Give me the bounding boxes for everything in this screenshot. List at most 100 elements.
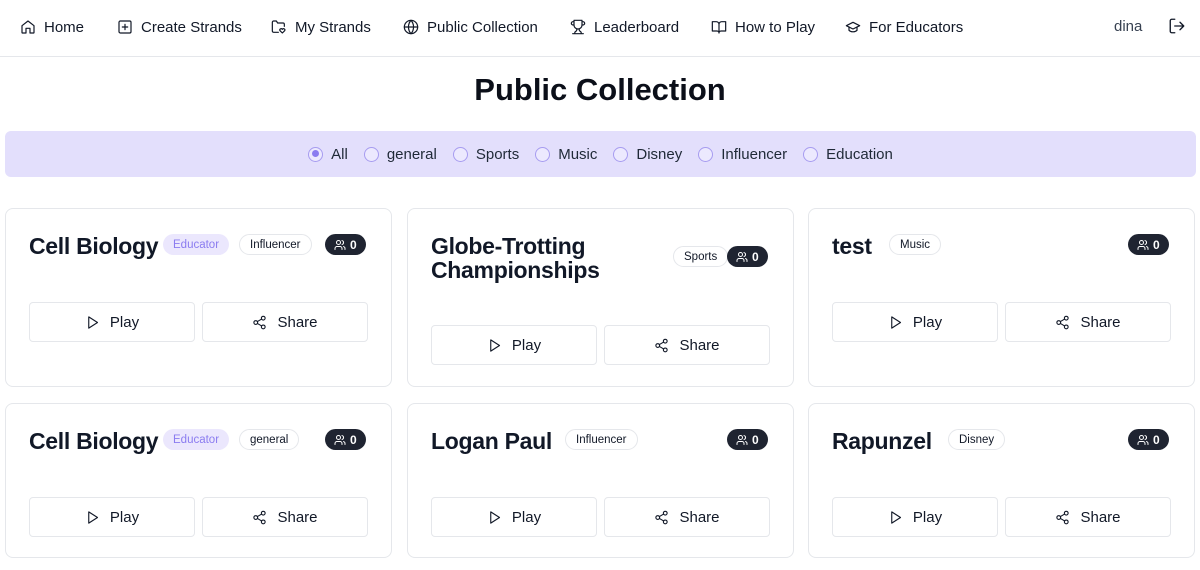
radio-button[interactable] bbox=[698, 146, 714, 162]
share-button[interactable]: Share bbox=[604, 497, 770, 537]
radio-button[interactable] bbox=[535, 146, 551, 162]
trophy-icon bbox=[570, 19, 586, 35]
filter-education[interactable]: Education bbox=[803, 146, 893, 163]
nav-my-strands[interactable]: My Strands bbox=[271, 17, 371, 37]
filter-label: Sports bbox=[475, 145, 520, 163]
play-button[interactable]: Play bbox=[832, 497, 998, 537]
book-open-icon bbox=[711, 21, 727, 34]
players-count-badge: 0 bbox=[727, 429, 768, 450]
logout-button[interactable] bbox=[1168, 17, 1186, 35]
card-title: Cell Biology bbox=[29, 428, 159, 454]
filter-label: All bbox=[331, 145, 348, 163]
card-title: test bbox=[832, 233, 872, 259]
filter-music[interactable]: Music bbox=[535, 146, 597, 163]
page-title: Public Collection bbox=[474, 72, 726, 107]
filter-label: Music bbox=[558, 145, 598, 163]
play-icon bbox=[891, 510, 901, 524]
players-count-badge: 0 bbox=[325, 234, 366, 255]
share-icon bbox=[253, 315, 267, 329]
share-button[interactable]: Share bbox=[604, 325, 770, 365]
nav-leaderboard[interactable]: Leaderboard bbox=[570, 17, 679, 37]
share-icon bbox=[253, 510, 267, 524]
nav-educators-label: For Educators bbox=[869, 18, 964, 36]
home-icon bbox=[21, 20, 35, 34]
card-title: Rapunzel bbox=[832, 428, 932, 454]
users-icon bbox=[334, 434, 346, 445]
globe-icon bbox=[403, 19, 419, 35]
filter-disney[interactable]: Disney bbox=[613, 146, 682, 163]
radio-button[interactable] bbox=[308, 146, 324, 162]
share-button[interactable]: Share bbox=[202, 302, 368, 342]
users-icon bbox=[334, 239, 346, 250]
share-button[interactable]: Share bbox=[1005, 497, 1171, 537]
players-count-badge: 0 bbox=[1128, 429, 1169, 450]
play-button[interactable]: Play bbox=[832, 302, 998, 342]
share-label: Share bbox=[1080, 313, 1121, 331]
category-badge: general bbox=[239, 429, 300, 450]
nav-my-label: My Strands bbox=[295, 18, 371, 36]
share-label: Share bbox=[1080, 508, 1121, 526]
filter-sports[interactable]: Sports bbox=[452, 145, 520, 163]
category-badge: Sports bbox=[673, 246, 729, 267]
play-button[interactable]: Play bbox=[29, 302, 195, 342]
folder-heart-icon bbox=[271, 20, 286, 34]
filter-all[interactable]: All bbox=[308, 146, 348, 163]
share-button[interactable]: Share bbox=[1005, 302, 1171, 342]
strand-card: Logan Paul Influencer 0 Play Share bbox=[407, 403, 794, 558]
play-label: Play bbox=[912, 313, 943, 331]
players-count: 0 bbox=[350, 237, 357, 252]
educator-badge: Educator bbox=[163, 234, 230, 255]
players-count: 0 bbox=[752, 432, 759, 447]
share-icon bbox=[655, 338, 669, 352]
users-icon bbox=[1137, 434, 1149, 445]
top-nav: Home Create Strands My Strands Public Co… bbox=[0, 0, 1200, 57]
card-title: Globe-Trotting Championships bbox=[431, 233, 600, 283]
radio-button[interactable] bbox=[613, 146, 629, 162]
players-count: 0 bbox=[1153, 237, 1160, 252]
filter-influencer[interactable]: Influencer bbox=[698, 146, 787, 163]
users-icon bbox=[736, 251, 748, 262]
play-button[interactable]: Play bbox=[29, 497, 195, 537]
filter-label: general bbox=[386, 145, 437, 163]
filter-label: Disney bbox=[636, 145, 683, 163]
filter-label: Influencer bbox=[721, 145, 788, 163]
logout-icon bbox=[1169, 18, 1185, 34]
play-label: Play bbox=[912, 508, 943, 526]
play-label: Play bbox=[511, 508, 542, 526]
card-title: Cell Biology bbox=[29, 233, 159, 259]
category-filter: All general Sports Music Disney Influenc… bbox=[5, 131, 1196, 177]
play-button[interactable]: Play bbox=[431, 325, 597, 365]
strand-card: test Music 0 Play Share bbox=[808, 208, 1195, 387]
play-button[interactable]: Play bbox=[431, 497, 597, 537]
filter-general[interactable]: general bbox=[363, 145, 437, 163]
category-badge: Disney bbox=[948, 429, 1006, 450]
nav-create-label: Create Strands bbox=[141, 18, 242, 36]
share-label: Share bbox=[277, 508, 318, 526]
players-count-badge: 0 bbox=[727, 246, 768, 267]
share-label: Share bbox=[679, 336, 720, 354]
players-count-badge: 0 bbox=[325, 429, 366, 450]
players-count-badge: 0 bbox=[1128, 234, 1169, 255]
play-icon bbox=[490, 510, 500, 524]
nav-home-label: Home bbox=[44, 18, 85, 36]
nav-public-label: Public Collection bbox=[427, 18, 538, 36]
nav-create-strands[interactable]: Create Strands bbox=[117, 17, 242, 37]
nav-for-educators[interactable]: For Educators bbox=[845, 17, 963, 37]
filter-label: Education bbox=[826, 145, 893, 163]
graduation-cap-icon bbox=[845, 21, 861, 33]
players-count: 0 bbox=[350, 432, 357, 447]
educator-badge: Educator bbox=[163, 429, 230, 450]
nav-home[interactable]: Home bbox=[20, 17, 84, 37]
share-button[interactable]: Share bbox=[202, 497, 368, 537]
nav-public-collection[interactable]: Public Collection bbox=[403, 17, 538, 37]
nav-how-to-play[interactable]: How to Play bbox=[711, 17, 815, 37]
share-icon bbox=[1056, 510, 1070, 524]
radio-button[interactable] bbox=[363, 146, 379, 162]
nav-howto-label: How to Play bbox=[735, 18, 816, 36]
category-badge: Influencer bbox=[239, 234, 312, 255]
radio-button[interactable] bbox=[803, 146, 819, 162]
users-icon bbox=[1137, 239, 1149, 250]
users-icon bbox=[736, 434, 748, 445]
radio-button[interactable] bbox=[452, 146, 468, 162]
username: dina bbox=[1114, 18, 1143, 35]
